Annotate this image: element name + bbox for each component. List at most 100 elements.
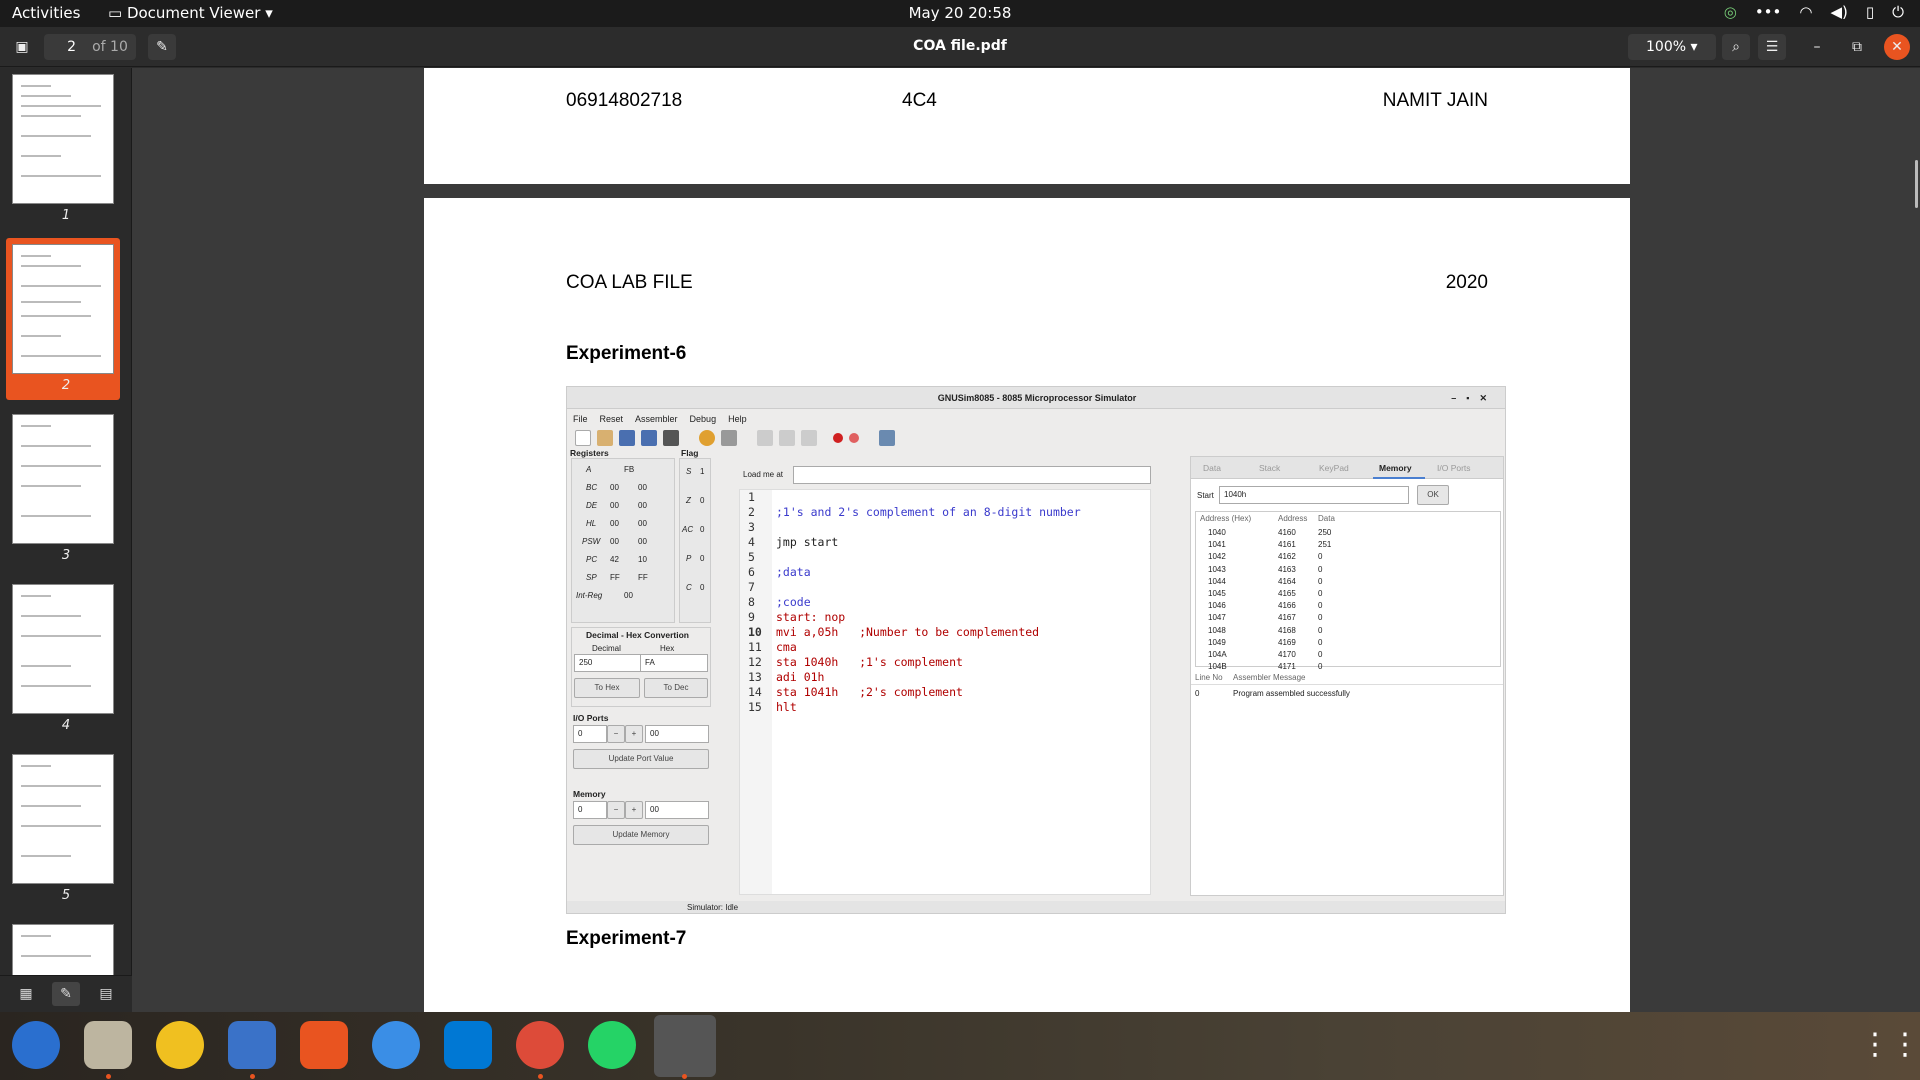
memory-cell: 1047 <box>1208 613 1226 623</box>
restore-button[interactable]: ⧉ <box>1844 34 1870 60</box>
search-icon: ⌕ <box>1732 39 1740 55</box>
minimize-button[interactable]: – <box>1804 34 1830 60</box>
register-value: FF <box>610 573 620 582</box>
volume-icon[interactable]: ◀) <box>1830 3 1847 21</box>
wifi-icon[interactable]: ◠ <box>1799 3 1812 21</box>
memory-cell: 104B <box>1208 662 1227 672</box>
flag-name: S <box>686 467 692 476</box>
register-name: A <box>586 465 592 474</box>
line-number: 15 <box>748 700 762 714</box>
annotation-icon: ✎ <box>60 986 72 1002</box>
flag-value: 0 <box>700 496 705 505</box>
memory-cell: 250 <box>1318 528 1332 537</box>
simulator-title: GNUSim8085 - 8085 Microprocessor Simulat… <box>937 393 1137 403</box>
register-name: Int-Reg <box>576 591 603 600</box>
thumbnail-label: 4 <box>61 718 71 733</box>
stop-icon <box>849 433 859 443</box>
zoom-select[interactable]: 100% ▾ <box>1628 34 1716 60</box>
bookmarks-view-button[interactable]: ▤ <box>92 982 120 1006</box>
battery-icon[interactable]: ▯ <box>1866 3 1874 21</box>
memory-view-panel: Data Stack KeyPad Memory I/O Ports Start… <box>1190 456 1504 896</box>
line-number: 10 <box>748 625 762 639</box>
flags-panel: S 1 Z 0 AC 0 P 0 C 0 <box>679 458 711 623</box>
thumbnails-view-button[interactable]: ▦ <box>12 982 40 1006</box>
vscode-icon[interactable] <box>444 1021 492 1069</box>
files-icon[interactable] <box>84 1021 132 1069</box>
help-icon[interactable] <box>372 1021 420 1069</box>
sidebar-toggle-button[interactable]: ▣ <box>8 34 36 60</box>
assemble-icon <box>699 430 715 446</box>
new-file-icon <box>575 430 591 446</box>
power-icon[interactable]: ⏻ <box>1892 3 1904 21</box>
tab-stack: Stack <box>1259 463 1281 473</box>
code-line: mvi a,05h ;Number to be complemented <box>776 625 1040 639</box>
menu-button[interactable]: ☰ <box>1758 34 1786 60</box>
open-file-icon <box>597 430 613 446</box>
software-center-icon[interactable] <box>300 1021 348 1069</box>
register-name: PC <box>586 555 598 564</box>
memory-cell: 0 <box>1318 552 1323 562</box>
save-icon <box>619 430 635 446</box>
show-apps-icon[interactable]: ⋮⋮ <box>1860 1021 1920 1069</box>
app-menu-button[interactable]: ▭ Document Viewer ▾ <box>108 4 273 22</box>
activities-button[interactable]: Activities <box>12 4 80 22</box>
document-viewer-dock-icon[interactable] <box>654 1015 716 1077</box>
simulator-titlebar: GNUSim8085 - 8085 Microprocessor Simulat… <box>567 387 1505 409</box>
registers-label: Registers <box>570 448 609 458</box>
app-menu-label: Document Viewer ▾ <box>126 4 273 22</box>
search-button[interactable]: ⌕ <box>1722 34 1750 60</box>
chrome-icon[interactable] <box>516 1021 564 1069</box>
thumbnail-label: 2 <box>61 378 71 393</box>
more-icon[interactable]: ••• <box>1755 3 1782 21</box>
page-thumbnail[interactable] <box>12 754 114 884</box>
load-address-input <box>793 466 1151 484</box>
memory-cell: 4165 <box>1278 589 1296 598</box>
register-value: 00 <box>624 591 633 600</box>
panel-tabs: Data Stack KeyPad Memory I/O Ports <box>1191 457 1503 479</box>
section: 4C4 <box>902 90 937 111</box>
memory-cell: 4170 <box>1278 650 1296 659</box>
document-view[interactable]: 06914802718 4C4 NAMIT JAIN COA LAB FILE … <box>132 68 1920 1012</box>
flag-name: P <box>686 554 692 563</box>
code-line: ;1's and 2's complement of an 8-digit nu… <box>776 505 1081 519</box>
annotations-view-button[interactable]: ✎ <box>52 982 80 1006</box>
line-number: 7 <box>748 580 755 594</box>
register-value: 00 <box>638 501 647 510</box>
writer-icon[interactable] <box>228 1021 276 1069</box>
line-number: 14 <box>748 685 762 699</box>
flag-value: 0 <box>700 554 705 563</box>
page-thumbnail[interactable] <box>12 74 114 204</box>
simulator-toolbar <box>575 430 895 450</box>
memory-cell: 0 <box>1318 589 1323 598</box>
clock[interactable]: May 20 20:58 <box>0 4 1920 22</box>
column-header: Address <box>1278 514 1308 523</box>
page-thumbnail[interactable] <box>12 414 114 544</box>
simulator-status: Simulator: Idle <box>687 903 739 912</box>
rhythmbox-icon[interactable] <box>156 1021 204 1069</box>
memory-cell: 0 <box>1318 601 1323 611</box>
thunderbird-icon[interactable] <box>12 1021 60 1069</box>
system-tray[interactable]: ◎ ••• ◠ ◀) ▯ ⏻ <box>1724 3 1904 21</box>
ok-button: OK <box>1417 485 1449 505</box>
memory-cell: 4169 <box>1278 637 1296 647</box>
flag-value: 0 <box>700 525 705 534</box>
whatsapp-icon[interactable] <box>588 1021 636 1069</box>
memory-cell: 1042 <box>1208 552 1226 562</box>
page-thumbnail-selected[interactable] <box>12 244 114 374</box>
memory-cell: 0 <box>1318 613 1323 623</box>
scrollbar[interactable] <box>1915 160 1918 208</box>
decimal-input: 250 <box>574 654 642 672</box>
close-button[interactable]: ✕ <box>1884 34 1910 60</box>
roll-number: 06914802718 <box>566 90 683 111</box>
code-line: ;data <box>776 565 811 579</box>
update-icon[interactable]: ◎ <box>1724 3 1737 21</box>
annotate-button[interactable]: ✎ <box>148 34 176 60</box>
running-indicator <box>682 1074 687 1079</box>
memory-cell: 1041 <box>1208 540 1226 550</box>
page-number-input[interactable]: 2 <box>44 34 84 60</box>
page-thumbnail[interactable] <box>12 584 114 714</box>
io-ports-title: I/O Ports <box>573 713 609 723</box>
line-number: 12 <box>748 655 762 669</box>
sidebar-toolbar: ▦ ✎ ▤ <box>0 975 132 1012</box>
line-number: 4 <box>748 535 755 549</box>
